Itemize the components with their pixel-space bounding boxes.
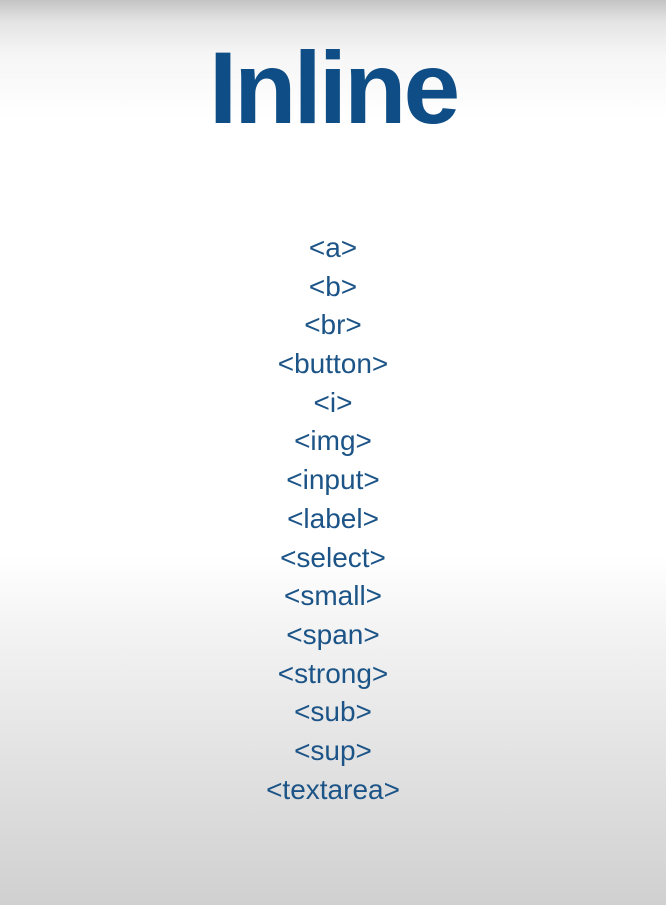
- tag-item-b: <b>: [308, 270, 358, 302]
- tag-item-textarea: <textarea>: [266, 773, 400, 805]
- tag-item-sup: <sup>: [294, 734, 372, 766]
- tag-item-sub: <sub>: [294, 696, 372, 728]
- inline-tag-list: <a> <b> <br> <button> <i> <img> <input> …: [0, 229, 666, 809]
- tag-item-label: <label>: [287, 502, 379, 534]
- tag-item-i: <i>: [313, 386, 353, 418]
- tag-item-button: <button>: [277, 348, 389, 380]
- tag-item-span: <span>: [286, 618, 380, 650]
- slide-title: Inline: [208, 31, 460, 145]
- tag-item-small: <small>: [283, 580, 383, 612]
- tag-item-a: <a>: [308, 232, 358, 263]
- tag-item-select: <select>: [280, 541, 386, 573]
- tag-item-strong: <strong>: [277, 657, 389, 689]
- tag-item-input: <input>: [286, 464, 380, 496]
- slide: Inline <a> <b> <br> <button> <i> <img> <…: [0, 0, 666, 905]
- tag-item-img: <img>: [294, 425, 372, 457]
- tag-item-br: <br>: [304, 309, 362, 341]
